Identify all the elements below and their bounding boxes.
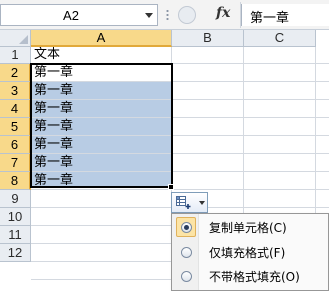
select-all-corner[interactable] bbox=[0, 30, 31, 47]
row-header-4[interactable]: 4 bbox=[0, 100, 31, 118]
radio-selected-icon bbox=[181, 222, 192, 233]
menu-item-label: 复制单元格(C) bbox=[209, 221, 287, 235]
name-box-value: A2 bbox=[63, 8, 79, 23]
radio-icon bbox=[181, 247, 192, 258]
formula-cancel-icon bbox=[178, 6, 196, 24]
menu-item-label: 不带格式填充(O) bbox=[209, 270, 300, 284]
fill-handle[interactable] bbox=[168, 184, 174, 190]
row-header-11[interactable]: 11 bbox=[0, 226, 31, 244]
row-header-12[interactable]: 12 bbox=[0, 244, 31, 262]
cell-a2[interactable]: 第一章 bbox=[32, 64, 171, 81]
row-header-1[interactable]: 1 bbox=[0, 47, 31, 64]
auto-fill-icon bbox=[176, 196, 191, 209]
insert-function-icon[interactable]: fx bbox=[216, 5, 230, 21]
chevron-down-icon[interactable] bbox=[145, 13, 153, 18]
row-header-2[interactable]: 2 bbox=[0, 64, 31, 82]
name-box[interactable]: A2 bbox=[0, 4, 158, 26]
formula-input[interactable]: 第一章 bbox=[241, 4, 329, 26]
gridline bbox=[31, 189, 329, 190]
formula-value: 第一章 bbox=[250, 11, 290, 26]
cell-a3[interactable]: 第一章 bbox=[32, 82, 171, 99]
row-header-3[interactable]: 3 bbox=[0, 82, 31, 100]
cell-a6[interactable]: 第一章 bbox=[32, 136, 171, 153]
row-header-10[interactable]: 10 bbox=[0, 208, 31, 226]
row-header-8[interactable]: 8 bbox=[0, 172, 31, 190]
cell-a7[interactable]: 第一章 bbox=[32, 154, 171, 171]
cell-a4[interactable]: 第一章 bbox=[32, 100, 171, 117]
row-header-9[interactable]: 9 bbox=[0, 190, 31, 208]
row-header-6[interactable]: 6 bbox=[0, 136, 31, 154]
auto-fill-options-button[interactable] bbox=[171, 192, 208, 213]
radio-highlight bbox=[176, 217, 196, 237]
radio-highlight bbox=[176, 242, 196, 262]
radio-highlight bbox=[176, 266, 196, 286]
row-header-7[interactable]: 7 bbox=[0, 154, 31, 172]
column-header-c[interactable]: C bbox=[244, 30, 316, 47]
auto-fill-menu: 复制单元格(C) 仅填充格式(F) 不带格式填充(O) bbox=[171, 213, 329, 291]
resize-grip-icon[interactable] bbox=[166, 9, 169, 21]
menu-item-fill-without-formatting[interactable]: 不带格式填充(O) bbox=[174, 265, 327, 287]
cell-a8[interactable]: 第一章 bbox=[32, 172, 171, 188]
radio-icon bbox=[181, 271, 192, 282]
menu-item-label: 仅填充格式(F) bbox=[209, 246, 286, 260]
cell-a5[interactable]: 第一章 bbox=[32, 118, 171, 135]
select-all-icon bbox=[19, 35, 28, 44]
chevron-down-icon bbox=[199, 201, 205, 205]
column-header-a[interactable]: A bbox=[31, 30, 172, 47]
formula-bar: A2 fx 第一章 bbox=[0, 0, 329, 30]
menu-item-copy-cells[interactable]: 复制单元格(C) bbox=[174, 216, 327, 238]
row-header-5[interactable]: 5 bbox=[0, 118, 31, 136]
cell-a1[interactable]: 文本 bbox=[32, 47, 171, 63]
column-header-b[interactable]: B bbox=[172, 30, 244, 47]
menu-item-fill-formatting-only[interactable]: 仅填充格式(F) bbox=[174, 241, 327, 263]
